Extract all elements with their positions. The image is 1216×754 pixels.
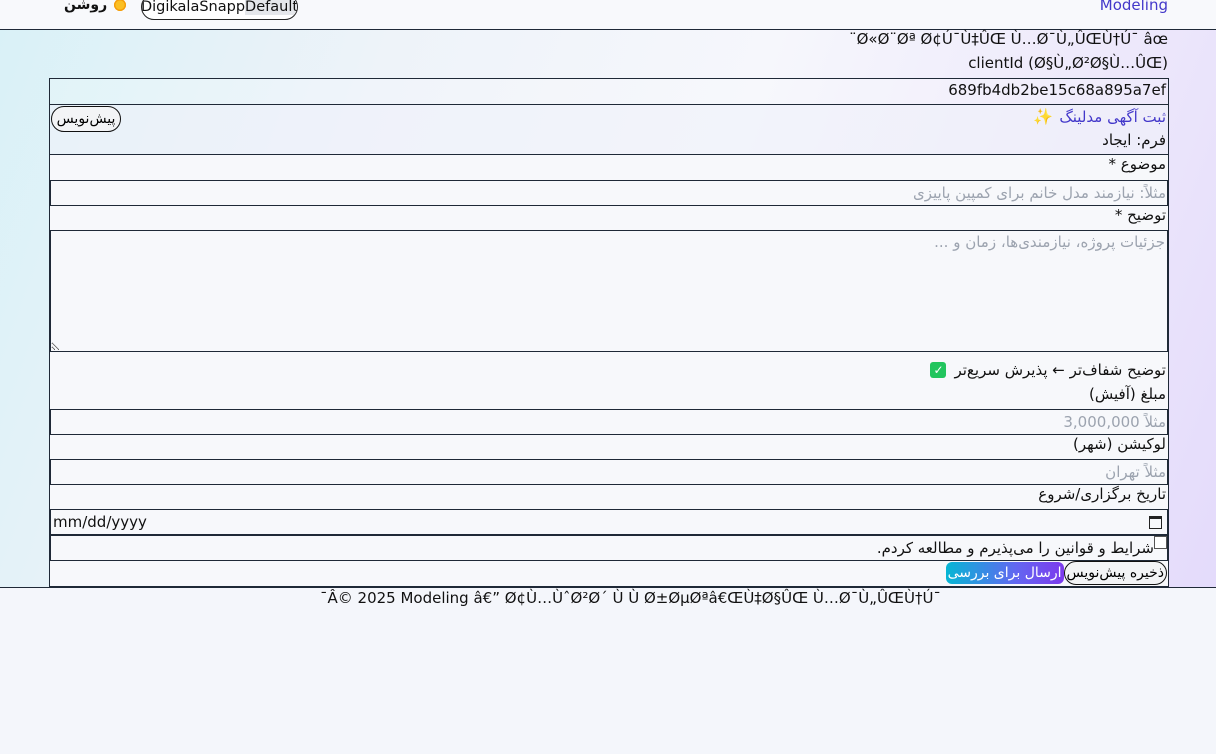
theme-option-default[interactable]: Default bbox=[245, 0, 297, 15]
theme-option-snapp[interactable]: Snapp bbox=[199, 0, 245, 15]
calendar-icon[interactable] bbox=[1149, 515, 1162, 529]
form-body: موضوع * توضیح * توضیح شفاف‌تر ← پذیرش سر… bbox=[50, 155, 1168, 586]
location-label: لوکیشن (شهر) bbox=[1072, 435, 1166, 453]
sparkle-icon: ✨ bbox=[1033, 107, 1054, 126]
hint-text: توضیح شفاف‌تر ← پذیرش سریع‌تر bbox=[954, 361, 1166, 379]
main-area: ¨Ø«Ø¨Øª Ø¢Ú¯Ù‡ÛŒ Ù…Ø¯Ù„ÛŒÙ†Ú¯ âœ clientI… bbox=[0, 30, 1216, 587]
location-input[interactable] bbox=[50, 459, 1168, 485]
terms-row: شرایط و قوانین را می‌پذیرم و مطالعه کردم… bbox=[50, 535, 1168, 561]
submit-button[interactable]: ارسال برای بررسی bbox=[945, 562, 1064, 584]
light-mode-toggle[interactable]: روشن bbox=[64, 0, 128, 13]
section-title: ثبت آگهی مدلینگ ✨ bbox=[1033, 107, 1166, 126]
ad-form-card: 689fb4db2be15c68a895a7ef ثبت آگهی مدلینگ… bbox=[49, 78, 1169, 587]
amount-input[interactable] bbox=[50, 409, 1168, 435]
sun-icon bbox=[113, 0, 128, 12]
theme-switcher[interactable]: Digikala Snapp Default bbox=[141, 0, 298, 20]
form-actions: ذخیره پیش‌نویس ارسال برای بررسی bbox=[945, 561, 1167, 585]
form-mode: فرم: ایجاد bbox=[1102, 131, 1166, 149]
description-label: توضیح * bbox=[1114, 206, 1166, 224]
page-title: ¨Ø«Ø¨Øª Ø¢Ú¯Ù‡ÛŒ Ù…Ø¯Ù„ÛŒÙ†Ú¯ âœ bbox=[849, 30, 1168, 48]
light-mode-label: روشن bbox=[64, 0, 108, 13]
terms-checkbox[interactable] bbox=[1154, 535, 1167, 549]
date-input[interactable]: mm/dd/yyyy bbox=[50, 509, 1168, 535]
date-placeholder: mm/dd/yyyy bbox=[53, 513, 147, 531]
brand-link[interactable]: Modeling bbox=[1100, 0, 1168, 14]
page-footer: ¯Â© 2025 Modeling â€” Ø¢Ù…ÙˆØ²Ø´ Ù Ù Ø±Ø… bbox=[0, 587, 1216, 754]
theme-option-digikala[interactable]: Digikala bbox=[142, 0, 199, 15]
draft-button[interactable]: پیش‌نویس bbox=[51, 106, 121, 132]
client-id-value: 689fb4db2be15c68a895a7ef bbox=[50, 79, 1168, 105]
terms-label: شرایط و قوانین را می‌پذیرم و مطالعه کردم… bbox=[876, 539, 1154, 557]
section-title-text: ثبت آگهی مدلینگ bbox=[1059, 107, 1166, 126]
subject-input[interactable] bbox=[50, 180, 1168, 206]
subject-label: موضوع * bbox=[1108, 155, 1167, 173]
description-textarea[interactable] bbox=[50, 230, 1168, 352]
client-id-label: clientId (Ø§Ù„Ø²Ø§Ù…ÛŒ) bbox=[968, 54, 1168, 72]
footer-copyright: ¯Â© 2025 Modeling â€” Ø¢Ù…ÙˆØ²Ø´ Ù Ù Ø±Ø… bbox=[320, 589, 941, 607]
date-label: تاریخ برگزاری/شروع bbox=[1038, 485, 1166, 503]
top-header: Modeling Digikala Snapp Default روشن bbox=[0, 0, 1216, 30]
description-hint: توضیح شفاف‌تر ← پذیرش سریع‌تر ✓ bbox=[930, 361, 1166, 379]
amount-label: مبلغ (آفیش) bbox=[1089, 385, 1166, 403]
save-draft-button[interactable]: ذخیره پیش‌نویس bbox=[1063, 561, 1167, 585]
form-header: ثبت آگهی مدلینگ ✨ فرم: ایجاد پیش‌نویس bbox=[50, 105, 1168, 155]
check-icon: ✓ bbox=[930, 362, 947, 378]
